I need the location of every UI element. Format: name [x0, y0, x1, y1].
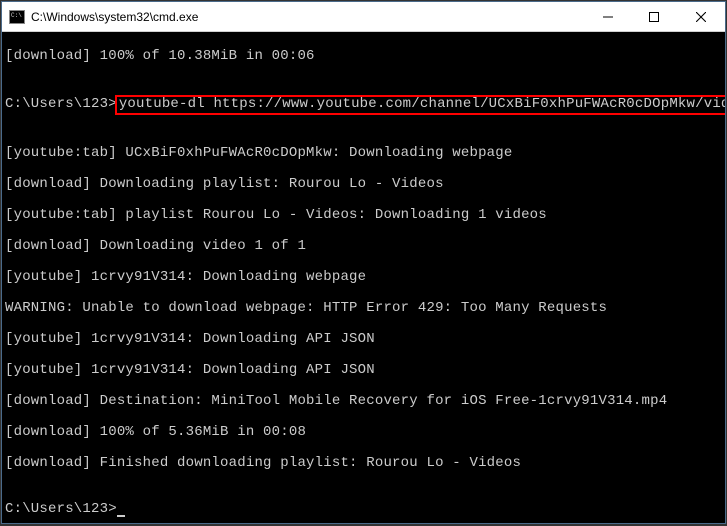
- output-line: [youtube] 1crvy91V314: Downloading API J…: [5, 363, 725, 379]
- close-button[interactable]: [677, 2, 725, 31]
- maximize-button[interactable]: [631, 2, 677, 31]
- output-line: [youtube] 1crvy91V314: Downloading webpa…: [5, 270, 725, 286]
- output-line: [youtube] 1crvy91V314: Downloading API J…: [5, 332, 725, 348]
- prompt-text: C:\Users\123>: [5, 501, 117, 517]
- prompt-text: C:\Users\123>: [5, 97, 117, 113]
- command-line: C:\Users\123>youtube-dl https://www.yout…: [5, 95, 725, 115]
- highlighted-command: youtube-dl https://www.youtube.com/chann…: [115, 95, 725, 115]
- cmd-window: C:\Windows\system32\cmd.exe [download] 1…: [1, 1, 726, 524]
- output-line: [download] Downloading video 1 of 1: [5, 239, 725, 255]
- minimize-button[interactable]: [585, 2, 631, 31]
- output-line: [youtube:tab] UCxBiF0xhPuFWAcR0cDOpMkw: …: [5, 146, 725, 162]
- output-line: WARNING: Unable to download webpage: HTT…: [5, 301, 725, 317]
- console-area[interactable]: [download] 100% of 10.38MiB in 00:06 C:\…: [2, 32, 725, 523]
- output-line: [youtube:tab] playlist Rourou Lo - Video…: [5, 208, 725, 224]
- output-line: [download] Finished downloading playlist…: [5, 456, 725, 472]
- prompt-line: C:\Users\123>: [5, 502, 725, 518]
- output-line: [download] Downloading playlist: Rourou …: [5, 177, 725, 193]
- maximize-icon: [649, 12, 659, 22]
- cursor: [117, 515, 125, 517]
- output-line: [download] 100% of 5.36MiB in 00:08: [5, 425, 725, 441]
- output-line: [download] 100% of 10.38MiB in 00:06: [5, 49, 725, 65]
- cmd-icon: [9, 10, 25, 24]
- window-title: C:\Windows\system32\cmd.exe: [31, 10, 585, 24]
- titlebar[interactable]: C:\Windows\system32\cmd.exe: [2, 2, 725, 32]
- output-line: [download] Destination: MiniTool Mobile …: [5, 394, 725, 410]
- close-icon: [696, 12, 706, 22]
- window-controls: [585, 2, 725, 31]
- minimize-icon: [603, 12, 613, 22]
